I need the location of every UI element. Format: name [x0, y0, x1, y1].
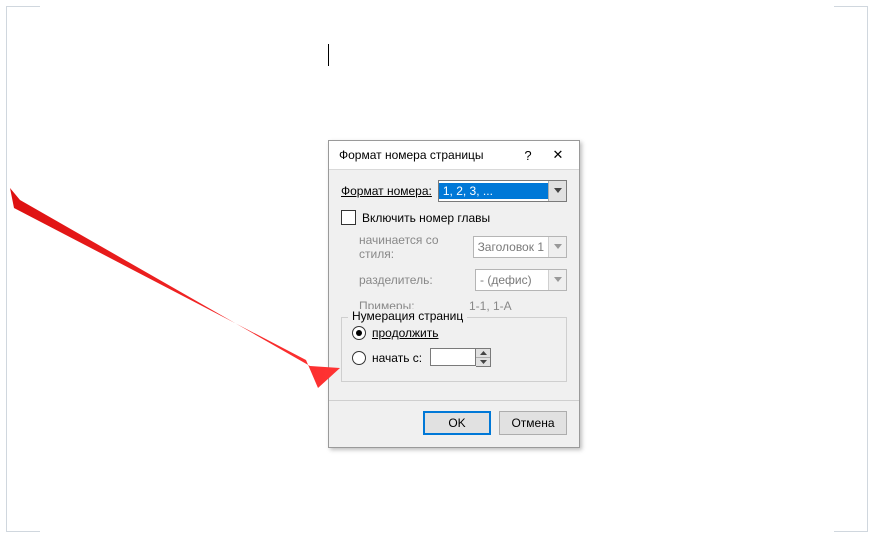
close-button[interactable]: ✕ — [543, 144, 573, 166]
continue-radio-row[interactable]: продолжить — [352, 326, 556, 340]
group-legend: Нумерация страниц — [348, 309, 467, 323]
number-format-combo[interactable]: 1, 2, 3, ... — [438, 180, 567, 202]
start-at-radio-label: начать с: — [372, 351, 422, 365]
starts-with-style-combo: Заголовок 1 — [473, 236, 567, 258]
help-button[interactable]: ? — [513, 144, 543, 166]
chevron-down-icon — [548, 270, 566, 290]
number-format-value: 1, 2, 3, ... — [439, 183, 548, 199]
dialog-titlebar: Формат номера страницы ? ✕ — [329, 141, 579, 170]
format-row: Формат номера: 1, 2, 3, ... — [341, 180, 567, 202]
chevron-down-icon[interactable] — [548, 181, 566, 201]
separator-label: разделитель: — [359, 273, 469, 287]
page-numbering-group: Нумерация страниц продолжить начать с: — [341, 317, 567, 382]
separator-combo: - (дефис) — [475, 269, 567, 291]
chevron-down-icon — [548, 237, 566, 257]
continue-radio-label: продолжить — [372, 326, 438, 340]
start-at-input[interactable] — [430, 348, 476, 366]
include-chapter-checkbox[interactable] — [341, 210, 356, 225]
separator-value: - (дефис) — [476, 272, 548, 288]
dialog-buttons: OK Отмена — [329, 401, 579, 447]
include-chapter-row[interactable]: Включить номер главы — [341, 210, 567, 225]
start-at-radio-row[interactable]: начать с: — [352, 348, 556, 367]
start-at-radio[interactable] — [352, 351, 366, 365]
starts-with-style-label: начинается со стиля: — [359, 233, 467, 261]
spin-up[interactable] — [476, 349, 490, 358]
chapter-options: начинается со стиля: Заголовок 1 раздели… — [341, 233, 567, 313]
spin-down[interactable] — [476, 358, 490, 366]
page-number-format-dialog: Формат номера страницы ? ✕ Формат номера… — [328, 140, 580, 448]
dialog-body: Формат номера: 1, 2, 3, ... Включить ном… — [329, 170, 579, 394]
ok-button[interactable]: OK — [423, 411, 491, 435]
examples-value: 1-1, 1-A — [469, 299, 512, 313]
include-chapter-label: Включить номер главы — [362, 211, 490, 225]
cancel-button[interactable]: Отмена — [499, 411, 567, 435]
starts-with-style-value: Заголовок 1 — [474, 239, 548, 255]
continue-radio[interactable] — [352, 326, 366, 340]
text-cursor — [328, 44, 329, 66]
start-at-spinner[interactable] — [430, 348, 491, 367]
format-label: Формат номера: — [341, 184, 432, 198]
dialog-title: Формат номера страницы — [339, 148, 513, 162]
